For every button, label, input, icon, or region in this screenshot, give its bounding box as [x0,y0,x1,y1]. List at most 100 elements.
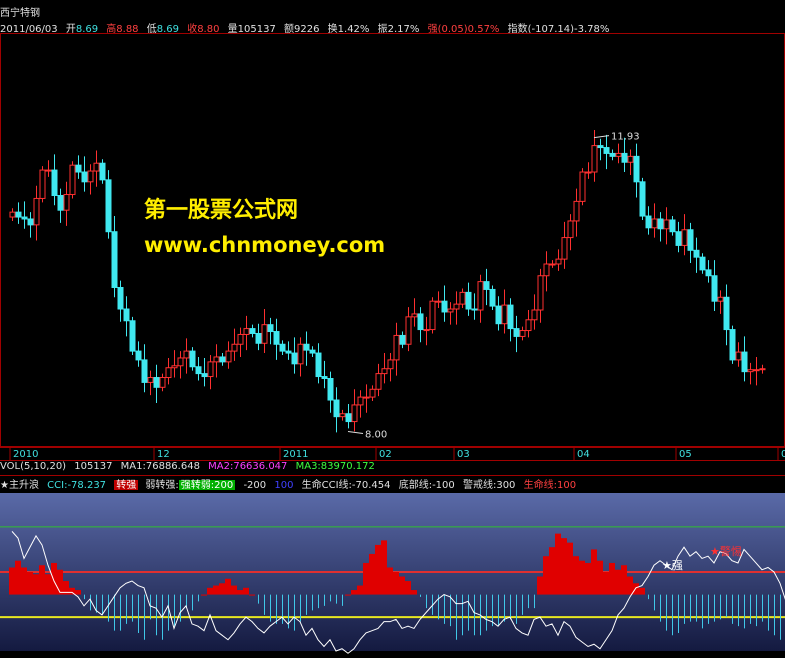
indicator-bar-red [399,576,405,595]
candle-up [69,164,76,196]
candle-down [513,328,520,337]
x-axis-tick-label: 12 [157,449,170,460]
quote-date: 2011/06/03 [0,24,58,33]
candle-up [615,152,622,157]
indicator-bar-red [597,560,603,595]
candle-up [45,169,52,172]
candle-up [405,316,412,345]
stock-chart[interactable]: 11.938.0020101220110203040506★强★警惕★强 [0,0,785,655]
candle-up [477,281,484,311]
amplitude-label: 振 [377,24,388,33]
candle-up [381,368,388,375]
candle-down [483,281,490,290]
amount-label: 额 [284,24,295,33]
candle-down [105,179,112,233]
candle-up [435,300,442,303]
stock-title: 西宁特钢 [0,8,40,18]
watermark-url: www.chnmoney.com [144,233,386,257]
candle-up [237,333,244,345]
indicator-bar-red [27,572,33,595]
vol-indicator-name: VOL(5,10,20) [0,461,67,472]
candle-up [429,300,436,331]
ma2-value: MA2:76636.047 [208,461,288,472]
candle-down [333,399,340,418]
candle-up [231,343,238,352]
candle-up [207,361,214,378]
indicator-bar-red [609,562,615,595]
candle-up [759,368,766,371]
candle-up [165,367,172,379]
turnover-label: 换 [327,24,338,33]
candle-down [285,350,292,354]
indicator-bar-red [219,583,225,595]
indicator-bar-red [75,590,81,595]
indicator-bar-red [213,585,219,595]
candle-down [609,152,616,157]
indicator-bar-red [21,567,27,595]
candle-up [453,303,460,310]
candle-up [531,309,538,321]
candle-up [543,263,550,277]
indicator-bar-red [627,576,633,595]
candle-up [501,304,508,325]
indicator-bar-red [579,560,585,595]
signal-marker: ★强 [662,559,683,572]
candle-up [651,218,658,229]
indicator-bar-red [15,560,21,595]
high-price-label: 11.93 [611,132,640,143]
indicator-bar-red [243,587,249,595]
candle-down [57,195,64,211]
candle-down [489,288,496,307]
vol-value: 105137 [237,24,276,33]
candle-down [723,296,730,331]
turnover-value: 1.42% [337,24,370,33]
minus-200-value: -200 [243,480,267,490]
watermark-title: 第一股票公式网 [144,198,299,223]
candle-down [711,275,718,302]
candle-up [561,237,568,260]
indicator-bar-red [39,565,45,595]
candle-up [519,330,526,337]
warning-line-value: 警戒线:300 [462,480,516,490]
chart-canvas[interactable]: 11.938.0020101220110203040506★强★警惕★强 [0,0,785,655]
candle-down [117,286,124,310]
indicator-bar-red [375,544,381,595]
plus-100-value: 100 [274,480,294,490]
candle-down [669,219,676,233]
indicator-bar-red [57,569,63,595]
candle-up [663,219,670,230]
index-value: (-107.14)-3.78% [527,24,610,33]
candle-down [687,229,694,251]
amount-value: 9226 [294,24,320,33]
candle-up [579,171,586,202]
indicator-bar-red [573,556,579,595]
candle-up [447,308,454,313]
indicator-bar-red [537,576,543,595]
candle-down [27,218,34,226]
candle-up [339,413,346,418]
candle-up [537,275,544,311]
candle-down [507,304,514,330]
indicator-bar-red [585,562,591,595]
cci-value: CCI:-78.237 [47,480,107,490]
candle-down [465,291,472,310]
life-line-value: 生命线:100 [523,480,577,490]
candle-up [39,169,46,199]
candle-down [657,218,664,230]
candle-up [393,334,400,361]
candle-up [753,369,760,372]
indicator-bar-red [567,542,573,595]
volume-legend: VOL(5,10,20) 105137 MA1:76886.648 MA2:76… [0,461,785,474]
open-label: 开 [65,24,76,33]
candle-down [303,343,310,351]
indicator-bar-red [603,572,609,595]
low-label-leader [347,431,364,435]
candle-up [717,296,724,302]
index-label: 指数 [507,24,528,33]
close-value: 8.80 [197,24,220,33]
candle-down [327,378,334,401]
candle-up [357,396,364,406]
candle-up [567,220,574,239]
candle-up [9,211,16,218]
candle-up [459,291,466,305]
